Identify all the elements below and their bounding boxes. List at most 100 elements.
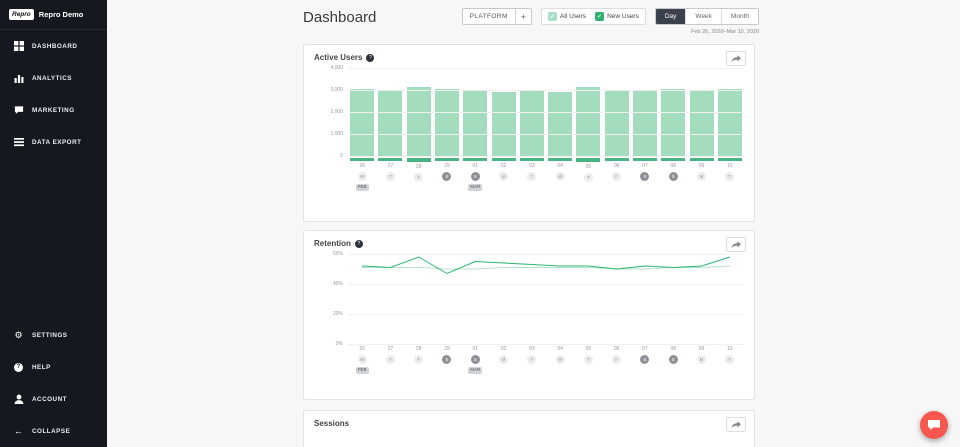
sidebar-item-data-export[interactable]: DATA EXPORT — [0, 126, 107, 158]
date-label: 09 — [698, 163, 705, 170]
date-label: 09 — [698, 346, 705, 352]
new-users-bar — [378, 158, 403, 162]
x-axis-column: 02 M — [489, 344, 517, 374]
month-badge: FEB — [355, 367, 369, 374]
chat-launcher-button[interactable] — [920, 411, 948, 439]
date-label: 29 — [444, 163, 450, 170]
help-icon[interactable]: ? — [354, 239, 363, 248]
person-icon — [13, 394, 24, 404]
tab-month[interactable]: Month — [720, 9, 758, 24]
share-button[interactable] — [726, 237, 746, 252]
y-tick-label: 1,000 — [330, 131, 343, 137]
date-label: 05 — [585, 163, 592, 170]
grid-line — [348, 112, 744, 113]
sidebar-item-settings[interactable]: ⚙ SETTINGS — [0, 319, 107, 351]
arrow-left-icon: ← — [14, 425, 23, 436]
tab-week[interactable]: Week — [685, 9, 721, 24]
sidebar-item-collapse[interactable]: ← COLLAPSE — [0, 415, 107, 447]
x-axis-column: 01 S MAR — [461, 344, 489, 374]
weekday-badge: M — [499, 355, 509, 364]
y-tick-label: 2,000 — [330, 109, 343, 115]
weekday-badge: S — [442, 172, 452, 182]
date-label: 07 — [642, 163, 648, 170]
tab-day[interactable]: Day — [655, 9, 686, 24]
new-users-bar — [350, 158, 375, 162]
date-label: 27 — [387, 163, 394, 170]
weekday-badge: T — [583, 172, 593, 182]
date-label: 26 — [359, 346, 365, 352]
date-label: 07 — [642, 346, 648, 352]
weekday-badge: M — [499, 171, 509, 181]
sidebar-item-label: MARKETING — [32, 106, 75, 114]
x-axis-column: 29 S — [433, 156, 461, 192]
weekday-badge: S — [640, 355, 650, 364]
card-header: Retention ? — [304, 231, 754, 252]
weekday-badge: W — [357, 355, 367, 364]
x-axis-column: 26 W FEB — [348, 344, 376, 374]
grid-line — [348, 134, 744, 135]
sidebar-item-label: HELP — [32, 363, 51, 371]
help-icon[interactable]: ? — [366, 53, 375, 62]
x-axis-column: 27 T — [376, 156, 404, 192]
range-control: Day Week Month Feb 26, 2020–Mar 10, 2020 — [654, 8, 759, 35]
x-axis-column: 01 S MAR — [461, 156, 489, 192]
analytics-icon — [13, 73, 24, 83]
page-header: Dashboard PLATFORM + ✓ All Users ✓ New U… — [303, 6, 759, 44]
new-users-bar — [406, 158, 431, 162]
weekday-badge: S — [442, 355, 452, 364]
weekday-badge: S — [640, 172, 650, 182]
sidebar-item-help[interactable]: ? HELP — [0, 351, 107, 383]
x-axis-column: 06 F — [603, 344, 631, 374]
all-users-bar — [576, 86, 601, 156]
y-tick-label: 0 — [340, 153, 343, 159]
workspace-switcher[interactable]: Repro Repro Demo — [0, 0, 107, 30]
date-label: 03 — [529, 346, 535, 352]
all-users-bar — [491, 91, 516, 156]
x-axis-column: 08 S — [659, 156, 687, 192]
month-badge: MAR — [468, 367, 483, 374]
weekday-badge: S — [668, 355, 678, 364]
checkbox-icon: ✓ — [548, 12, 558, 21]
sidebar-item-analytics[interactable]: ANALYTICS — [0, 62, 107, 94]
x-axis-column: 05 T — [574, 344, 602, 374]
sidebar-item-account[interactable]: ACCOUNT — [0, 383, 107, 415]
weekday-badge: T — [527, 172, 537, 182]
date-label: 02 — [500, 346, 507, 352]
card-title: Sessions — [314, 419, 350, 428]
bar-chart: 4,000 3,000 2,000 1,000 0 — [314, 65, 744, 159]
platform-filter-button[interactable]: PLATFORM + — [461, 8, 533, 25]
month-badge: FEB — [355, 184, 369, 192]
grid-line — [348, 156, 744, 157]
plus-icon[interactable]: + — [514, 9, 531, 24]
share-button[interactable] — [726, 51, 746, 66]
x-axis-column: 28 F — [405, 156, 433, 192]
dashboard-icon — [13, 41, 24, 51]
date-label: 06 — [613, 163, 620, 170]
sidebar-item-dashboard[interactable]: DASHBOARD — [0, 30, 107, 62]
all-users-bar — [406, 87, 431, 156]
date-label: 10 — [727, 346, 733, 352]
weekday-badge: W — [555, 171, 565, 181]
share-button[interactable] — [726, 417, 746, 432]
sidebar-item-marketing[interactable]: MARKETING — [0, 94, 107, 126]
chat-icon — [928, 420, 940, 430]
x-axis-column: 04 W — [546, 344, 574, 374]
weekday-badge: T — [385, 355, 395, 364]
new-users-bar — [604, 158, 629, 162]
repro-logo: Repro — [9, 9, 34, 20]
weekday-badge: M — [697, 172, 707, 182]
x-axis-column: 28 F — [405, 344, 433, 374]
new-users-checkbox[interactable]: ✓ New Users — [595, 12, 639, 21]
retention-lines — [362, 256, 731, 275]
share-icon — [731, 421, 741, 428]
date-label: 01 — [472, 346, 479, 352]
new-users-bar — [548, 158, 573, 161]
sidebar-item-label: ANALYTICS — [32, 74, 72, 82]
all-users-bar — [378, 90, 403, 156]
new-users-bar — [434, 158, 459, 162]
x-axis-column: 03 T — [518, 156, 546, 192]
all-users-checkbox[interactable]: ✓ All Users — [548, 12, 586, 21]
date-label: 01 — [472, 163, 479, 170]
sidebar-footer: ⚙ SETTINGS ? HELP ACCOUNT ← COLLAPSE — [0, 319, 107, 447]
all-users-bar — [661, 88, 686, 156]
